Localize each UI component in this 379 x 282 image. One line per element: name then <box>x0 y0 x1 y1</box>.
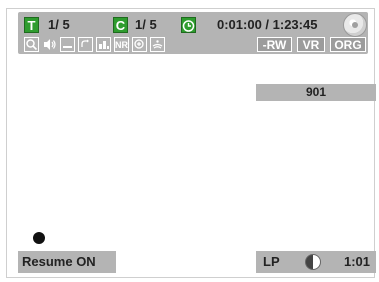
chapter-indicator: C <box>113 17 128 33</box>
chapter-count: 1/ 5 <box>135 17 157 32</box>
record-indicator-icon <box>33 232 45 244</box>
remaining-pie-icon <box>305 254 321 270</box>
format-rw-tag: -RW <box>257 37 292 52</box>
function-icons-row: NR -RW VR ORG <box>18 36 368 54</box>
angle-icon[interactable] <box>96 37 111 52</box>
surround-icon[interactable] <box>150 37 165 52</box>
disc-icon <box>343 13 367 37</box>
clock-icon <box>181 17 196 33</box>
subtitle-icon[interactable] <box>60 37 75 52</box>
playback-time: 0:01:00 / 1:23:45 <box>217 17 318 32</box>
remaining-time: 1:01 <box>343 254 370 269</box>
repeat-icon[interactable] <box>78 37 93 52</box>
recording-mode-bar: LP 1:01 <box>256 251 376 273</box>
format-vr-tag: VR <box>297 37 325 52</box>
format-org-tag: ORG <box>330 37 366 52</box>
resume-status: Resume ON <box>18 251 116 273</box>
status-row: T 1/ 5 C 1/ 5 0:01:00 / 1:23:45 <box>18 13 368 37</box>
audio-icon[interactable] <box>42 37 57 52</box>
status-bar: T 1/ 5 C 1/ 5 0:01:00 / 1:23:45 NR -RW V… <box>18 12 368 54</box>
channel-number: 901 <box>256 84 376 101</box>
recording-mode: LP <box>263 254 280 269</box>
search-icon[interactable] <box>24 37 39 52</box>
noise-reduction-icon[interactable]: NR <box>114 37 129 52</box>
title-indicator: T <box>24 17 39 33</box>
zoom-icon[interactable] <box>132 37 147 52</box>
title-count: 1/ 5 <box>48 17 70 32</box>
